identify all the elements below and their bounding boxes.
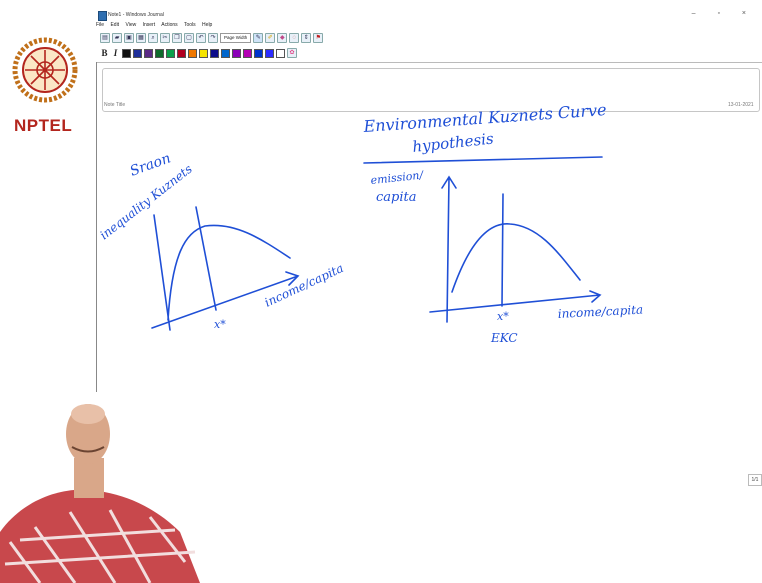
ekc-curve [451,223,581,293]
heading-underline [363,156,603,164]
left-xstar-label: x* [214,318,226,331]
right-xstar-label: x* [497,310,509,323]
right-y-axis [441,175,457,323]
left-y-axis [153,214,171,331]
ekc-caption: EKC [490,331,518,345]
right-xstar-line [501,193,504,307]
left-xstar-line [195,206,217,311]
heading-line-2: hypothesis [412,130,495,156]
right-xlabel: income/capita [557,303,643,321]
left-ylabel-top: Sraon [128,150,173,179]
right-ylabel-2: capita [376,190,417,205]
presenter-video [0,392,200,583]
left-xlabel: income/capita [262,261,345,310]
right-ylabel-1: emission/ [370,168,425,187]
